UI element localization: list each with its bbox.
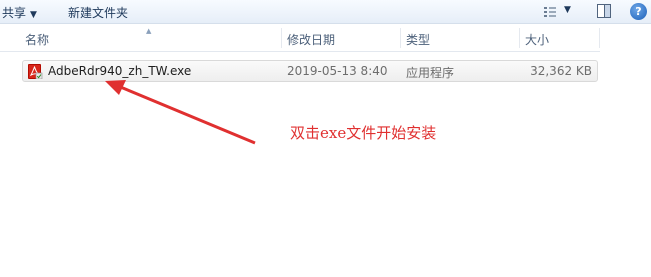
chevron-down-icon: ▼ xyxy=(30,10,37,20)
command-bar: 共享 ▼ 新建文件夹 ▼ ? xyxy=(0,0,651,24)
help-icon[interactable]: ? xyxy=(630,3,647,20)
empty-area xyxy=(600,25,651,277)
share-label: 共享 xyxy=(2,6,27,20)
annotation-label: 双击exe文件开始安装 xyxy=(290,124,437,142)
chevron-down-icon: ▼ xyxy=(564,5,571,15)
arrow-shaft xyxy=(117,84,256,145)
file-type: 应用程序 xyxy=(406,66,455,80)
column-date[interactable]: 修改日期 xyxy=(282,25,400,51)
change-view-button[interactable]: ▼ xyxy=(540,4,574,20)
file-size: 32,362 KB xyxy=(530,64,592,78)
preview-pane-icon[interactable] xyxy=(597,4,611,18)
arrow-head xyxy=(105,80,126,95)
file-row[interactable]: AdbeRdr940_zh_TW.exe 2019-05-13 8:40 应用程… xyxy=(22,60,598,82)
share-button[interactable]: 共享 ▼ xyxy=(2,4,37,21)
details-view-icon xyxy=(544,6,556,18)
sort-up-icon: ▲ xyxy=(146,27,152,35)
column-type[interactable]: 类型 xyxy=(401,25,519,51)
adobe-reader-icon xyxy=(28,64,43,79)
column-header: 名称 修改日期 类型 大小 xyxy=(0,25,600,52)
column-size[interactable]: 大小 xyxy=(520,25,600,51)
file-name: AdbeRdr940_zh_TW.exe xyxy=(48,64,192,78)
file-modified: 2019-05-13 8:40 xyxy=(287,64,388,78)
new-folder-button[interactable]: 新建文件夹 xyxy=(68,4,128,21)
